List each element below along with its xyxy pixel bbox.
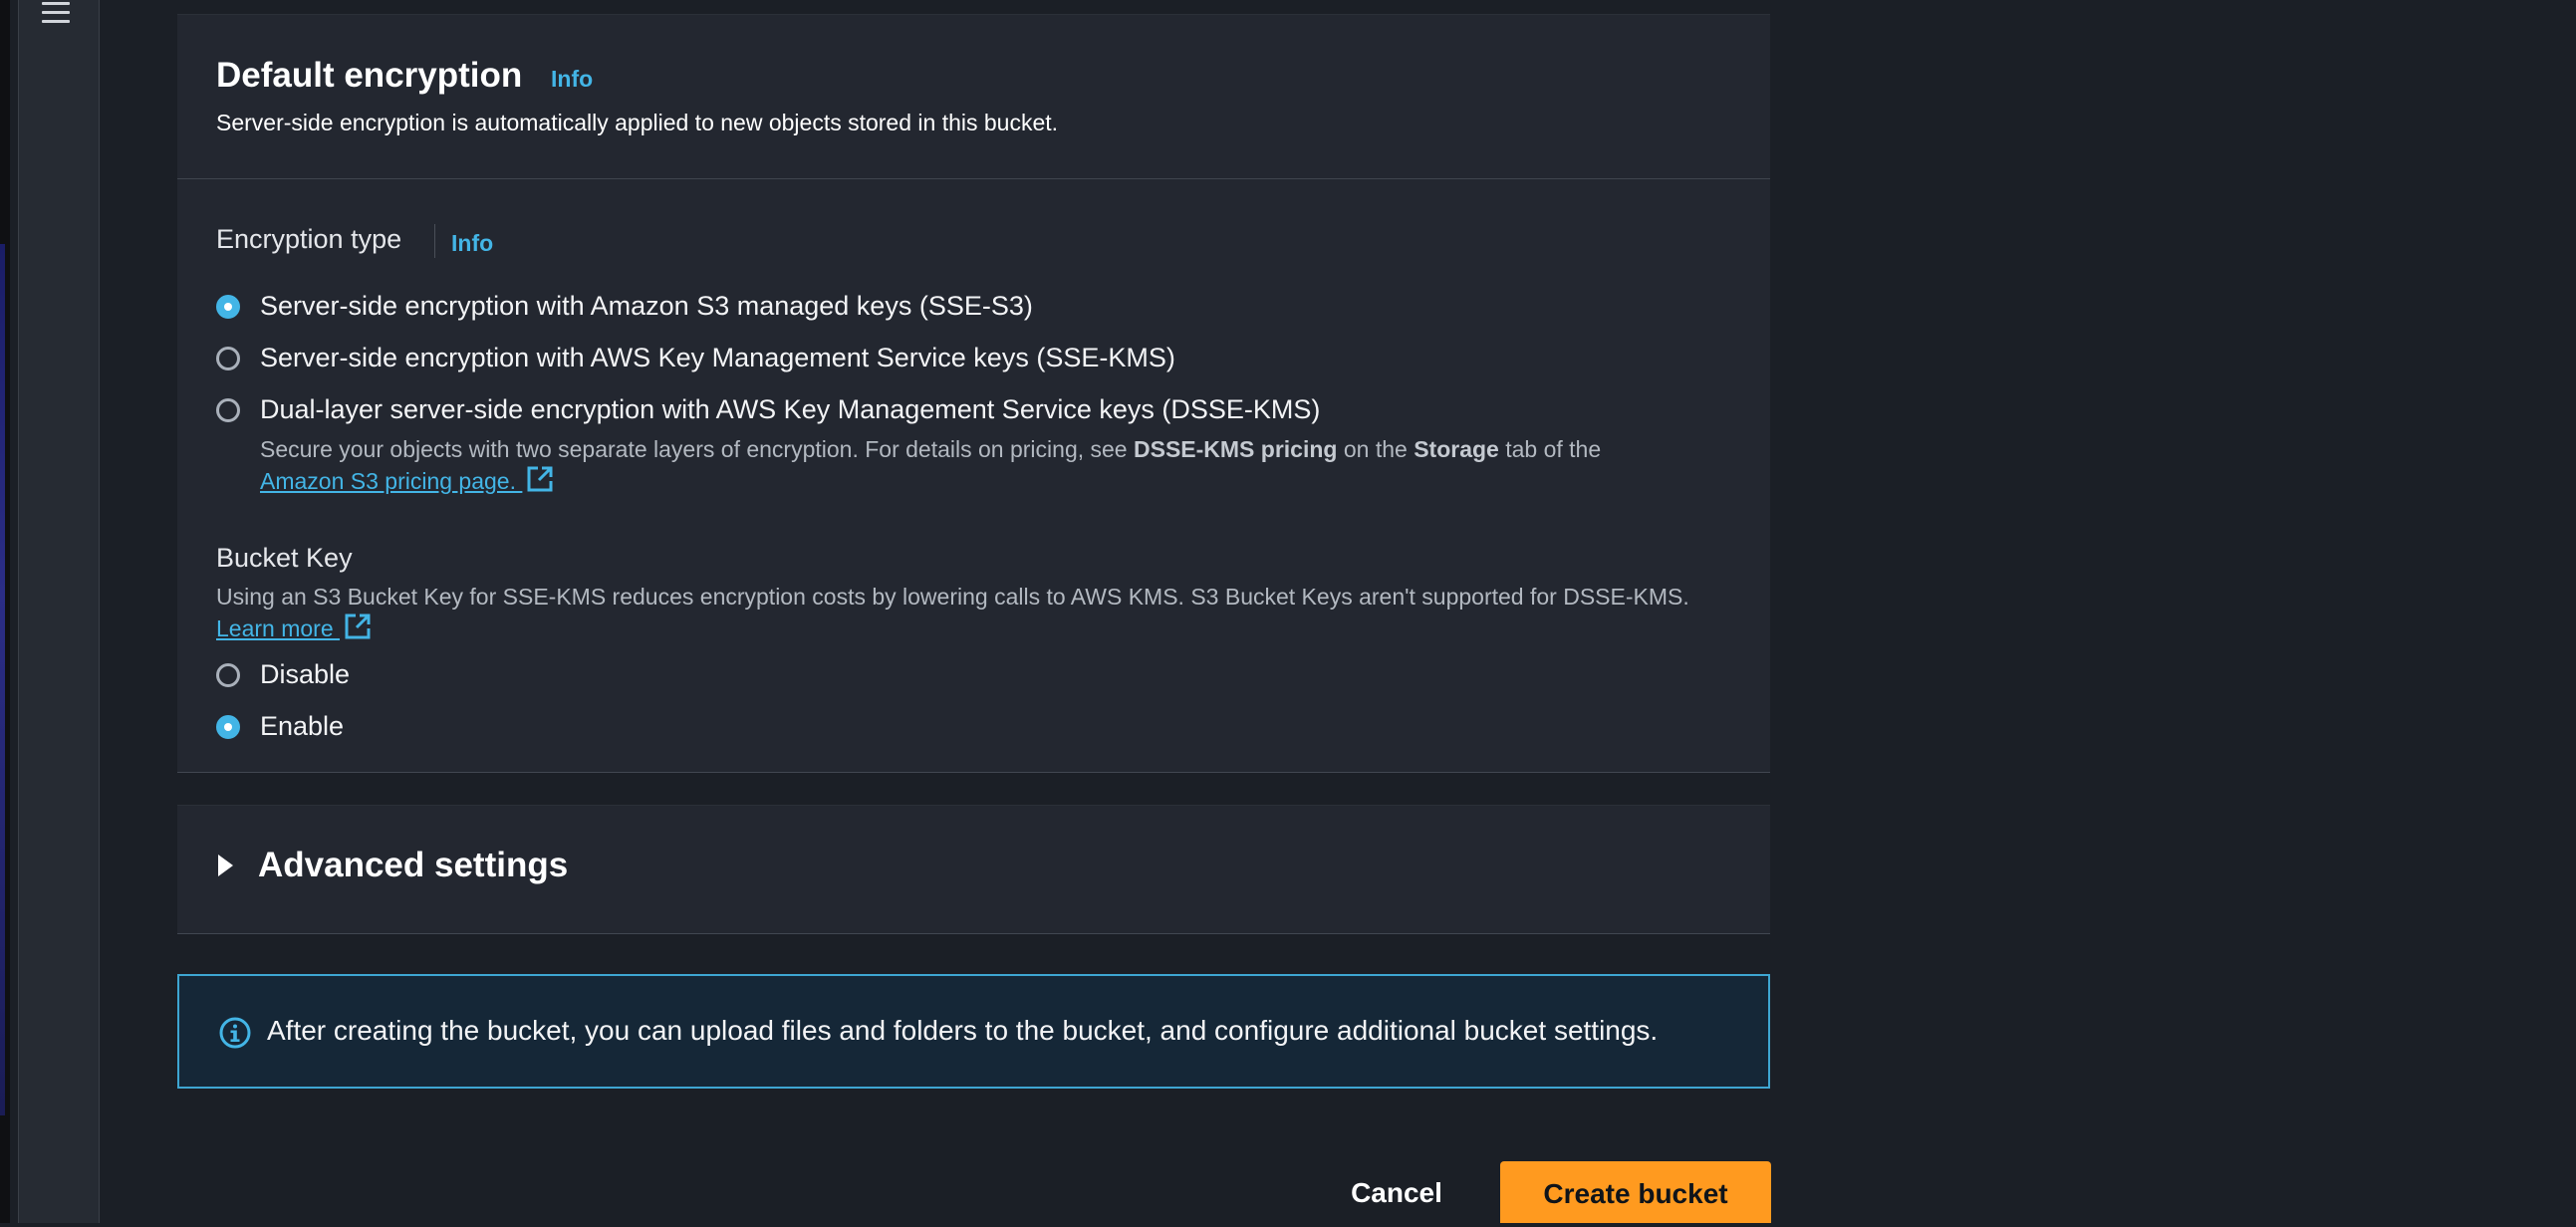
help-text-part: tab of the: [1498, 436, 1602, 462]
section-title: Default encryption: [216, 56, 523, 95]
cancel-button[interactable]: Cancel: [1335, 1162, 1458, 1223]
radio-button-selected[interactable]: [216, 295, 240, 319]
radio-dsse-kms-label: Dual-layer server-side encryption with A…: [260, 394, 1321, 424]
alert-text: After creating the bucket, you can uploa…: [267, 1015, 1659, 1046]
radio-button[interactable]: [216, 398, 240, 422]
info-circle-icon: [219, 1017, 251, 1049]
side-navigation-rail: [18, 0, 100, 1223]
encryption-type-label: Encryption type: [216, 224, 402, 254]
info-alert: After creating the bucket, you can uploa…: [177, 974, 1770, 1089]
create-bucket-button[interactable]: Create bucket: [1500, 1161, 1771, 1223]
default-encryption-panel: Default encryption Info Server-side encr…: [177, 14, 1770, 773]
caret-right-icon[interactable]: [218, 855, 233, 876]
bucket-key-description: Using an S3 Bucket Key for SSE-KMS reduc…: [216, 581, 1710, 644]
help-text-part: Secure your objects with two separate la…: [260, 436, 1134, 462]
s3-pricing-page-link[interactable]: Amazon S3 pricing page.: [260, 468, 522, 494]
label-divider: [434, 224, 435, 258]
radio-button[interactable]: [216, 347, 240, 370]
dsse-kms-help-text: Secure your objects with two separate la…: [260, 433, 1734, 497]
radio-button[interactable]: [216, 663, 240, 687]
external-link-icon[interactable]: [526, 465, 554, 493]
hamburger-menu-icon[interactable]: [40, 0, 74, 34]
help-text-bold: DSSE-KMS pricing: [1134, 436, 1338, 462]
radio-disable-label: Disable: [260, 659, 351, 689]
radio-sse-kms-label: Server-side encryption with AWS Key Mana…: [260, 343, 1175, 372]
bucket-key-label: Bucket Key: [216, 543, 353, 573]
radio-sse-s3-label: Server-side encryption with Amazon S3 ma…: [260, 291, 1033, 321]
bucket-key-description-text: Using an S3 Bucket Key for SSE-KMS reduc…: [216, 584, 1689, 610]
external-link-icon[interactable]: [344, 613, 372, 640]
advanced-settings-toggle[interactable]: Advanced settings: [258, 846, 568, 885]
window-edge-accent: [0, 244, 5, 1115]
help-text-part: on the: [1337, 436, 1415, 462]
section-description: Server-side encryption is automatically …: [216, 110, 1059, 135]
radio-enable-label: Enable: [260, 711, 345, 741]
help-text-bold: Storage: [1414, 436, 1499, 462]
encryption-type-info-link[interactable]: Info: [451, 230, 493, 257]
radio-button-selected[interactable]: [216, 715, 240, 739]
default-encryption-header: Default encryption Info Server-side encr…: [177, 15, 1770, 179]
advanced-settings-panel[interactable]: Advanced settings: [177, 805, 1770, 934]
learn-more-link[interactable]: Learn more: [216, 615, 340, 641]
default-encryption-info-link[interactable]: Info: [551, 66, 593, 93]
